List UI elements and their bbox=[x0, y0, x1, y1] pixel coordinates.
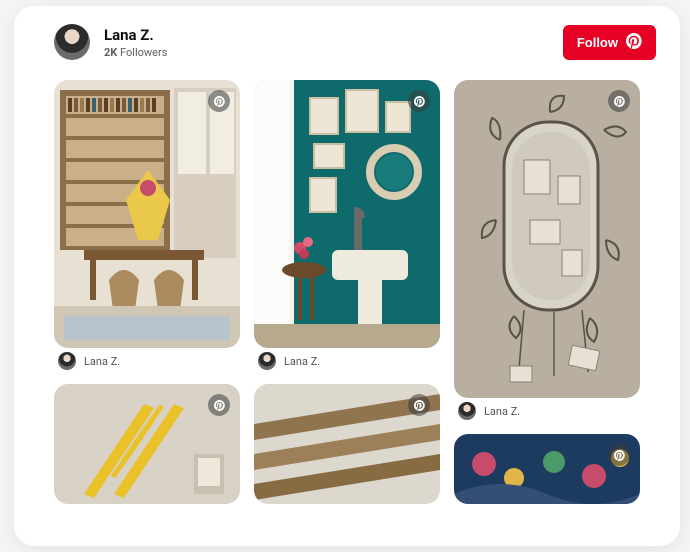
pin-image bbox=[454, 80, 640, 398]
attribution-name: Lana Z. bbox=[84, 355, 120, 368]
pin-item bbox=[254, 384, 440, 504]
pin-item bbox=[454, 434, 640, 504]
pin-save-icon[interactable] bbox=[408, 90, 430, 112]
pin-save-icon[interactable] bbox=[608, 444, 630, 466]
avatar bbox=[58, 352, 76, 370]
pin-attribution[interactable]: Lana Z. bbox=[54, 348, 240, 374]
pin[interactable] bbox=[454, 80, 640, 398]
pin-save-icon[interactable] bbox=[608, 90, 630, 112]
pin-save-icon[interactable] bbox=[408, 394, 430, 416]
follow-label: Follow bbox=[577, 35, 618, 50]
followers-count: 2K bbox=[104, 46, 117, 59]
pin-item: Lana Z. bbox=[254, 80, 440, 374]
avatar[interactable] bbox=[54, 24, 90, 60]
pin-item bbox=[54, 384, 240, 504]
profile-header: Lana Z. 2K Followers Follow bbox=[14, 6, 680, 80]
pin[interactable] bbox=[454, 434, 640, 504]
avatar bbox=[458, 402, 476, 420]
pin-save-icon[interactable] bbox=[208, 394, 230, 416]
pinterest-icon bbox=[626, 33, 642, 52]
pin-save-icon[interactable] bbox=[208, 90, 230, 112]
pin-image bbox=[454, 434, 640, 504]
grid-col: Lana Z. bbox=[54, 80, 240, 504]
pin-item: Lana Z. bbox=[454, 80, 640, 424]
followers-label: Followers bbox=[120, 46, 167, 59]
pin[interactable] bbox=[254, 384, 440, 504]
pin-grid: Lana Z. bbox=[14, 80, 680, 504]
profile-name[interactable]: Lana Z. bbox=[104, 26, 549, 44]
follow-button[interactable]: Follow bbox=[563, 25, 656, 60]
profile-followers: 2K Followers bbox=[104, 46, 549, 59]
grid-col: Lana Z. bbox=[454, 80, 640, 504]
pin[interactable] bbox=[254, 80, 440, 348]
profile-meta: Lana Z. 2K Followers bbox=[104, 26, 549, 59]
pin-attribution[interactable]: Lana Z. bbox=[454, 398, 640, 424]
pin-attribution[interactable]: Lana Z. bbox=[254, 348, 440, 374]
attribution-name: Lana Z. bbox=[284, 355, 320, 368]
profile-card: Lana Z. 2K Followers Follow bbox=[14, 6, 680, 546]
grid-col: Lana Z. bbox=[254, 80, 440, 504]
pin-image bbox=[54, 80, 240, 348]
pin-image bbox=[254, 80, 440, 348]
pin[interactable] bbox=[54, 384, 240, 504]
pin[interactable] bbox=[54, 80, 240, 348]
pin-item: Lana Z. bbox=[54, 80, 240, 374]
attribution-name: Lana Z. bbox=[484, 405, 520, 418]
avatar bbox=[258, 352, 276, 370]
